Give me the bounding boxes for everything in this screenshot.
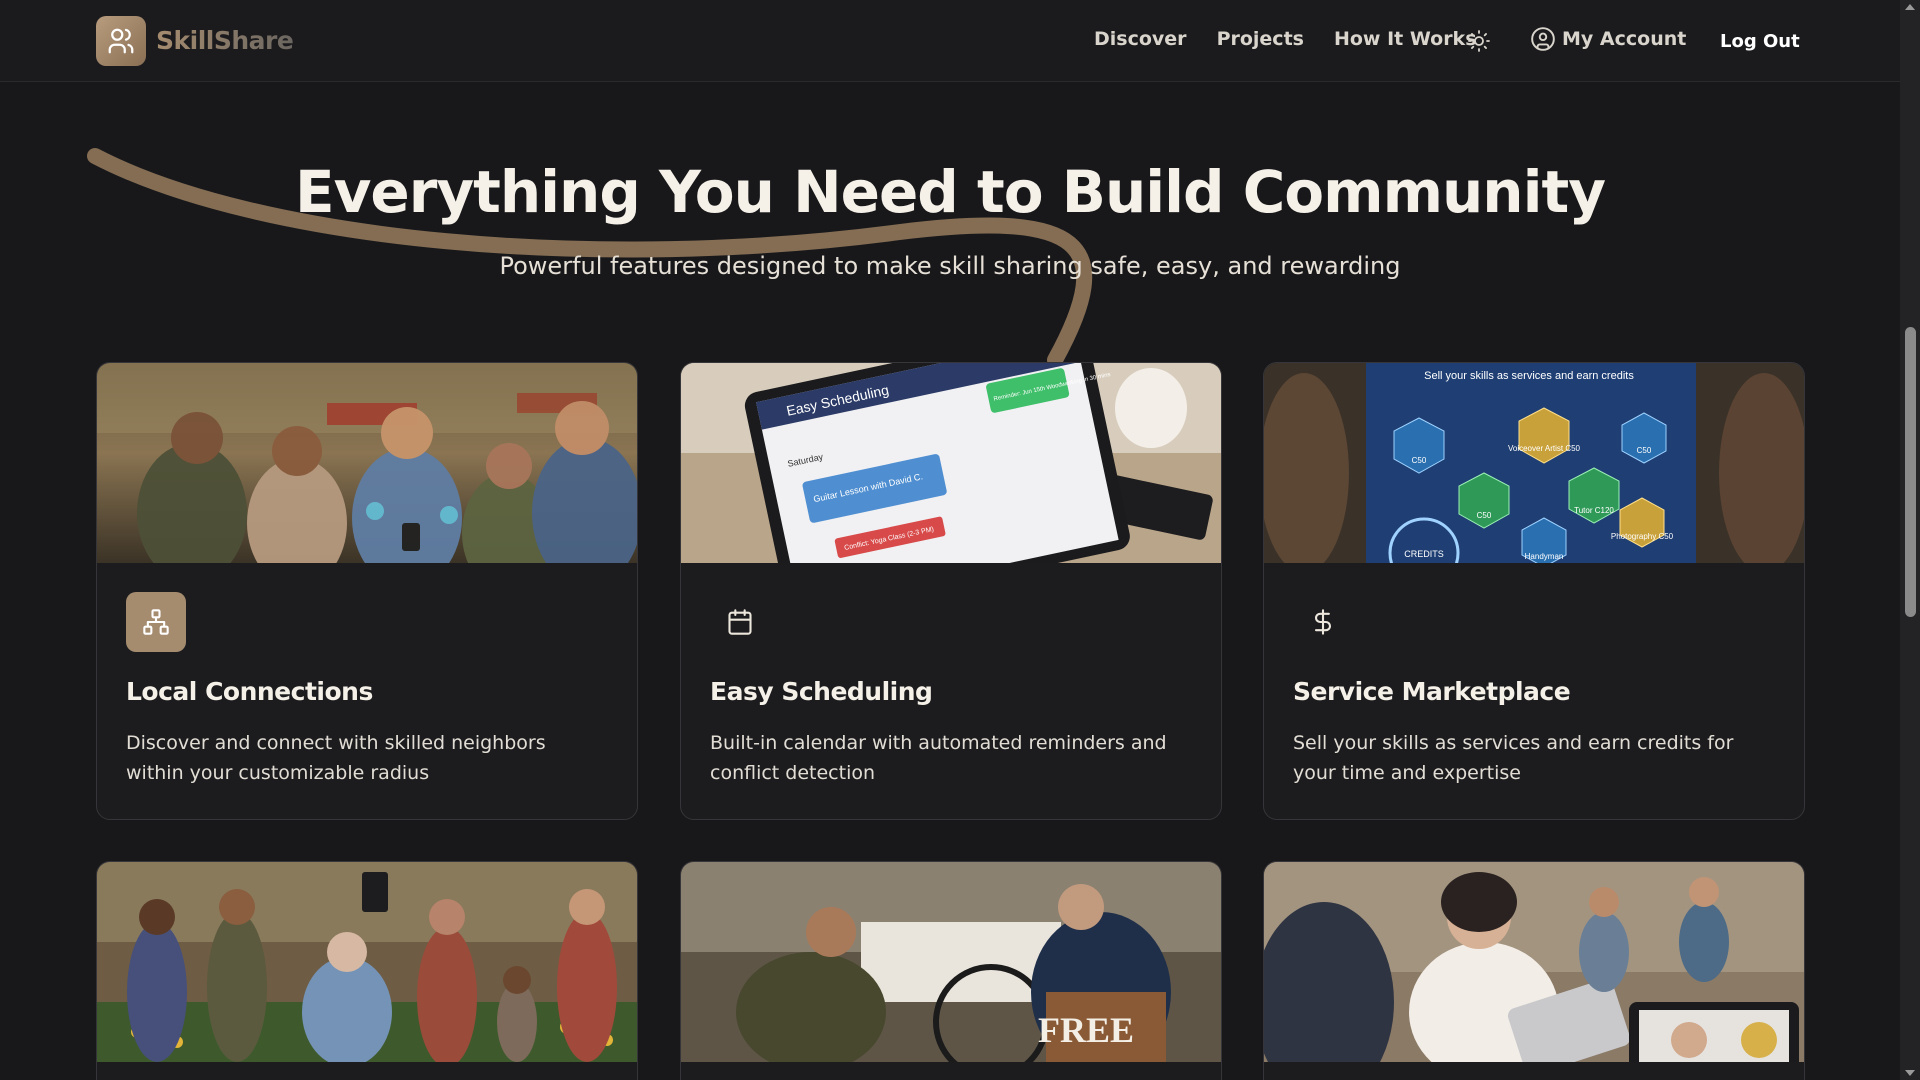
feature-title: Easy Scheduling <box>710 677 933 706</box>
my-account-button[interactable]: My Account <box>1530 26 1686 52</box>
sun-icon <box>1468 30 1490 52</box>
feature-description: Sell your skills as services and earn cr… <box>1293 732 1734 784</box>
feature-card-service-marketplace[interactable]: Sell your skills as services and earn cr… <box>1263 362 1805 820</box>
feature-card-easy-scheduling[interactable]: Easy Scheduling Saturday Guitar Lesson w… <box>680 362 1222 820</box>
feature-image-community-garden <box>97 862 637 1062</box>
top-nav: SkillShare Discover Projects How It Work… <box>0 0 1900 82</box>
logo-icon[interactable] <box>96 16 146 66</box>
brand-name[interactable]: SkillShare <box>156 26 294 55</box>
marketplace-banner-text: Sell your skills as services and earn cr… <box>1424 370 1634 382</box>
scrollbar[interactable] <box>1900 0 1920 1080</box>
hex-label: Tutor C120 <box>1574 506 1614 515</box>
feature-image-community-group <box>97 363 637 563</box>
feature-image-skill-hexagons: Sell your skills as services and earn cr… <box>1264 363 1804 563</box>
feature-image-verified-profile <box>1264 862 1804 1062</box>
scrollbar-thumb[interactable] <box>1905 327 1916 617</box>
free-sign-text: FREE <box>1038 1010 1134 1050</box>
feature-description: Discover and connect with skilled neighb… <box>126 732 546 784</box>
feature-card-row2-2[interactable]: FREE <box>680 861 1222 1080</box>
calendar-icon <box>710 592 770 652</box>
hex-label: Voiceover Artist C50 <box>1508 444 1581 453</box>
nav-link-projects[interactable]: Projects <box>1217 28 1304 50</box>
hero-title: Everything You Need to Build Community <box>294 158 1606 226</box>
credits-label: CREDITS <box>1404 549 1444 559</box>
feature-title: Local Connections <box>126 677 373 706</box>
decorative-swoosh <box>87 148 1093 368</box>
dollar-icon <box>1293 592 1353 652</box>
theme-toggle-button[interactable] <box>1464 26 1494 56</box>
feature-card-row2-3[interactable] <box>1263 861 1805 1080</box>
my-account-label: My Account <box>1562 28 1687 50</box>
hex-label: C50 <box>1477 511 1492 520</box>
scroll-down-arrow-icon[interactable] <box>1905 1070 1915 1076</box>
feature-card-row2-1[interactable] <box>96 861 638 1080</box>
nav-link-discover[interactable]: Discover <box>1094 28 1187 50</box>
nav-link-how-it-works[interactable]: How It Works <box>1334 28 1477 50</box>
feature-image-tablet-calendar: Easy Scheduling Saturday Guitar Lesson w… <box>681 363 1221 563</box>
user-circle-icon <box>1531 27 1555 51</box>
scroll-up-arrow-icon[interactable] <box>1905 4 1915 10</box>
nav-links: Discover Projects How It Works <box>1094 28 1507 50</box>
feature-card-local-connections[interactable]: Local Connections Discover and connect w… <box>96 362 638 820</box>
hex-label: C50 <box>1412 456 1427 465</box>
network-icon <box>126 592 186 652</box>
logout-button[interactable]: Log Out <box>1720 31 1800 52</box>
feature-description: Built-in calendar with automated reminde… <box>710 732 1167 784</box>
hex-label: Handyman <box>1525 552 1564 561</box>
feature-image-bike-repair: FREE <box>681 862 1221 1062</box>
feature-title: Service Marketplace <box>1293 677 1571 706</box>
hex-label: C50 <box>1637 446 1652 455</box>
hex-label: Photography C50 <box>1611 532 1674 541</box>
hero-subtitle: Powerful features designed to make skill… <box>499 252 1401 280</box>
